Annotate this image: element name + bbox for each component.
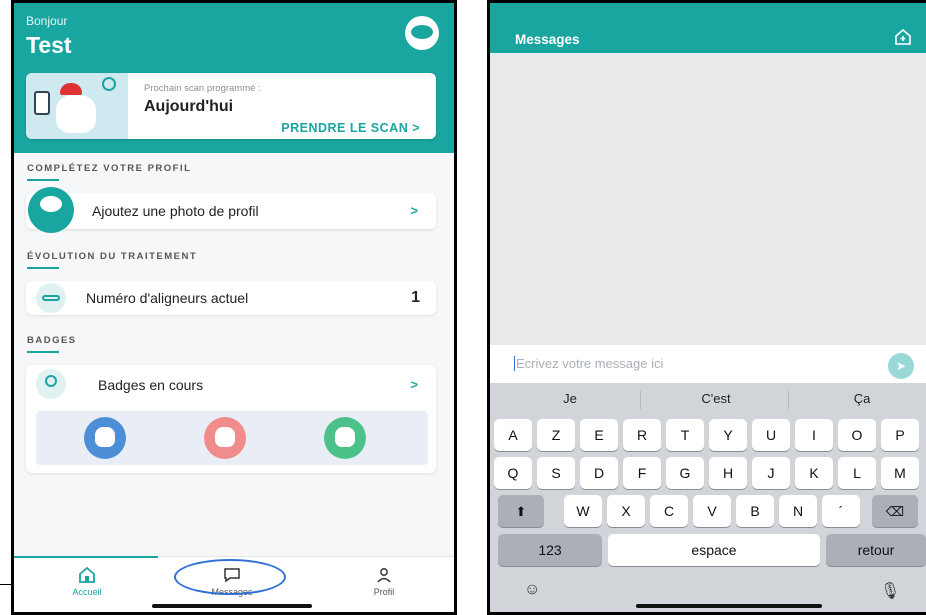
key-b[interactable]: B bbox=[736, 495, 774, 527]
user-icon bbox=[377, 568, 391, 583]
greeting: Bonjour bbox=[26, 14, 68, 28]
key-c[interactable]: C bbox=[650, 495, 688, 527]
section-underline bbox=[27, 179, 59, 181]
tab-bar: Accueil Messages Profil bbox=[14, 556, 454, 612]
key-k[interactable]: K bbox=[795, 457, 833, 489]
emoji-icon[interactable]: ☺ bbox=[524, 581, 540, 599]
key-j[interactable]: J bbox=[752, 457, 790, 489]
award-icon bbox=[36, 369, 66, 399]
space-key[interactable]: espace bbox=[608, 534, 820, 566]
tab-home[interactable]: Accueil bbox=[62, 566, 112, 597]
key-v[interactable]: V bbox=[693, 495, 731, 527]
message-list bbox=[490, 53, 926, 345]
key-accent[interactable]: ´ bbox=[822, 495, 860, 527]
key-a[interactable]: A bbox=[494, 419, 532, 451]
profile-avatar-icon[interactable] bbox=[405, 16, 439, 50]
messages-title: Messages bbox=[515, 32, 580, 47]
suggestion-divider bbox=[640, 391, 641, 409]
add-photo-row[interactable]: Ajoutez une photo de profil > bbox=[26, 187, 436, 233]
key-z[interactable]: Z bbox=[537, 419, 575, 451]
person-icon bbox=[28, 187, 74, 233]
key-w[interactable]: W bbox=[564, 495, 602, 527]
key-n[interactable]: N bbox=[779, 495, 817, 527]
key-p[interactable]: P bbox=[881, 419, 919, 451]
message-input-bar: Ecrivez votre message ici ➤ bbox=[490, 345, 926, 383]
badges-strip bbox=[36, 411, 428, 465]
key-r[interactable]: R bbox=[623, 419, 661, 451]
badges-label: Badges en cours bbox=[98, 377, 204, 393]
key-d[interactable]: D bbox=[580, 457, 618, 489]
section-underline bbox=[27, 267, 59, 269]
home-header: Bonjour Test Prochain scan programmé : A… bbox=[14, 3, 454, 153]
key-e[interactable]: E bbox=[580, 419, 618, 451]
badge-scan-icon[interactable] bbox=[84, 417, 126, 459]
key-q[interactable]: Q bbox=[494, 457, 532, 489]
home-icon bbox=[79, 566, 95, 583]
tab-profile[interactable]: Profil bbox=[364, 567, 404, 597]
user-name: Test bbox=[26, 32, 72, 58]
section-heading-profile: COMPLÉTEZ VOTRE PROFIL bbox=[27, 163, 192, 174]
scan-date: Aujourd'hui bbox=[144, 98, 234, 115]
annotation-arrow bbox=[0, 584, 12, 585]
home-indicator bbox=[152, 604, 312, 608]
send-icon[interactable]: ➤ bbox=[888, 353, 914, 379]
messages-header: Messages bbox=[490, 3, 926, 53]
scan-subtitle: Prochain scan programmé : bbox=[144, 83, 261, 94]
clinic-icon[interactable] bbox=[894, 28, 912, 48]
key-i[interactable]: I bbox=[795, 419, 833, 451]
microphone-icon[interactable]: 🎙 bbox=[880, 581, 900, 601]
key-m[interactable]: M bbox=[881, 457, 919, 489]
return-key[interactable]: retour bbox=[826, 534, 926, 566]
key-l[interactable]: L bbox=[838, 457, 876, 489]
aligner-row: Numéro d'aligneurs actuel 1 bbox=[26, 281, 436, 315]
key-y[interactable]: Y bbox=[709, 419, 747, 451]
take-scan-button[interactable]: PRENDRE LE SCAN > bbox=[281, 121, 420, 135]
key-s[interactable]: S bbox=[537, 457, 575, 489]
message-input[interactable]: Ecrivez votre message ici bbox=[514, 356, 663, 371]
scan-card[interactable]: Prochain scan programmé : Aujourd'hui PR… bbox=[26, 73, 436, 139]
shift-key[interactable]: ⬆ bbox=[498, 495, 544, 527]
aligner-icon bbox=[36, 283, 66, 313]
home-screen: Bonjour Test Prochain scan programmé : A… bbox=[11, 0, 457, 615]
key-t[interactable]: T bbox=[666, 419, 704, 451]
keyboard: Je C'est Ça AZERTYUIOP QSDFGHJKLM WXCVBN… bbox=[490, 383, 926, 612]
numbers-key[interactable]: 123 bbox=[498, 534, 602, 566]
chevron-right-icon: > bbox=[410, 203, 418, 218]
home-indicator bbox=[636, 604, 822, 608]
badge-heart-icon[interactable] bbox=[324, 417, 366, 459]
tooth-illustration-icon bbox=[26, 73, 128, 139]
messages-highlight-annotation bbox=[174, 559, 286, 595]
section-heading-treatment: ÉVOLUTION DU TRAITEMENT bbox=[27, 251, 198, 262]
suggestion-divider bbox=[788, 391, 789, 409]
key-g[interactable]: G bbox=[666, 457, 704, 489]
tab-profile-label: Profil bbox=[373, 587, 395, 597]
key-h[interactable]: H bbox=[709, 457, 747, 489]
aligner-label: Numéro d'aligneurs actuel bbox=[86, 290, 249, 306]
backspace-key[interactable]: ⌫ bbox=[872, 495, 918, 527]
section-heading-badges: BADGES bbox=[27, 335, 77, 346]
active-tab-indicator bbox=[14, 556, 158, 558]
home-content: COMPLÉTEZ VOTRE PROFIL Ajoutez une photo… bbox=[14, 153, 454, 556]
key-x[interactable]: X bbox=[607, 495, 645, 527]
messages-screen: Messages Ecrivez votre message ici ➤ Je … bbox=[487, 0, 926, 615]
tab-home-label: Accueil bbox=[72, 587, 102, 597]
aligner-count: 1 bbox=[411, 289, 420, 306]
add-photo-label: Ajoutez une photo de profil bbox=[92, 203, 259, 219]
badge-smile-icon[interactable] bbox=[204, 417, 246, 459]
suggestion-3[interactable]: Ça bbox=[792, 391, 926, 406]
suggestion-2[interactable]: C'est bbox=[646, 391, 786, 406]
key-o[interactable]: O bbox=[838, 419, 876, 451]
key-f[interactable]: F bbox=[623, 457, 661, 489]
chevron-right-icon: > bbox=[410, 377, 418, 392]
suggestion-1[interactable]: Je bbox=[500, 391, 640, 406]
key-u[interactable]: U bbox=[752, 419, 790, 451]
section-underline bbox=[27, 351, 59, 353]
